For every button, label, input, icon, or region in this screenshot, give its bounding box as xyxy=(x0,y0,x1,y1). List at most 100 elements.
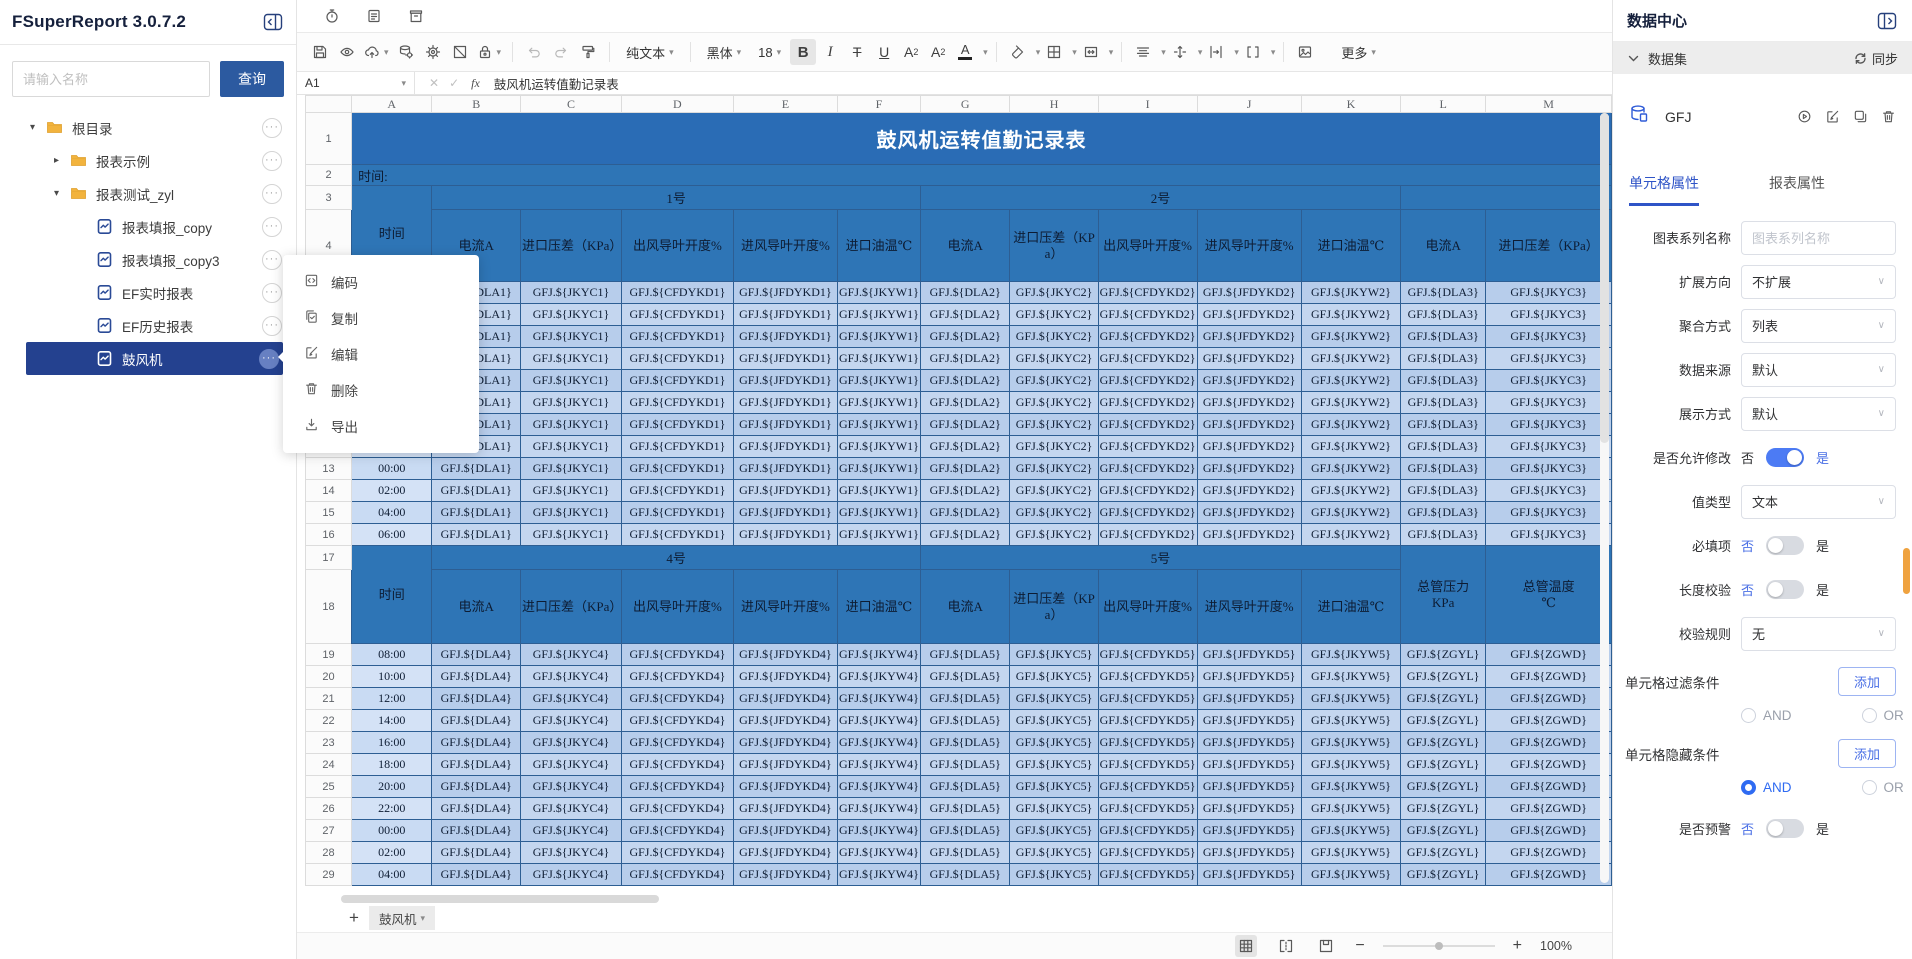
value-cell[interactable]: GFJ.${JKYC4} xyxy=(521,864,622,886)
column-title[interactable]: 进口油温℃ xyxy=(837,570,920,644)
time-cell[interactable]: 10:00 xyxy=(352,666,432,688)
value-cell[interactable]: GFJ.${JKYC4} xyxy=(521,688,622,710)
value-cell[interactable]: GFJ.${CFDYKD2} xyxy=(1098,502,1197,524)
value-cell[interactable]: GFJ.${JKYC2} xyxy=(1010,370,1098,392)
add-condition-button[interactable]: 添加 xyxy=(1838,667,1896,696)
value-cell[interactable]: GFJ.${JKYW4} xyxy=(837,776,920,798)
value-cell[interactable]: GFJ.${JFDYKD1} xyxy=(733,348,837,370)
value-cell[interactable]: GFJ.${JFDYKD1} xyxy=(733,502,837,524)
value-cell[interactable]: GFJ.${JFDYKD2} xyxy=(1197,370,1301,392)
font-family-select[interactable]: 黑体▾ xyxy=(699,39,750,65)
value-cell[interactable]: GFJ.${JFDYKD4} xyxy=(733,644,837,666)
value-cell[interactable]: GFJ.${CFDYKD2} xyxy=(1098,436,1197,458)
column-header[interactable]: B xyxy=(432,96,521,113)
value-cell[interactable]: GFJ.${JKYC2} xyxy=(1010,480,1098,502)
value-cell[interactable]: GFJ.${DLA4} xyxy=(432,776,521,798)
radio-option-and[interactable]: AND xyxy=(1741,780,1792,795)
column-header[interactable]: M xyxy=(1486,96,1612,113)
row-header[interactable]: 2 xyxy=(306,165,352,186)
value-cell[interactable]: GFJ.${DLA5} xyxy=(920,864,1010,886)
column-header[interactable]: A xyxy=(352,96,432,113)
field-select[interactable]: 不扩展∨ xyxy=(1741,265,1896,299)
field-select[interactable]: 列表∨ xyxy=(1741,309,1896,343)
column-title[interactable]: 出风导叶开度% xyxy=(622,210,734,282)
column-header[interactable]: D xyxy=(622,96,734,113)
value-cell[interactable]: GFJ.${JFDYKD4} xyxy=(733,798,837,820)
value-cell[interactable]: GFJ.${JFDYKD4} xyxy=(733,688,837,710)
value-cell[interactable]: GFJ.${ZGWD} xyxy=(1486,732,1612,754)
value-cell[interactable]: GFJ.${JKYW2} xyxy=(1301,502,1400,524)
value-cell[interactable]: GFJ.${DLA4} xyxy=(432,710,521,732)
value-cell[interactable]: GFJ.${DLA3} xyxy=(1401,348,1486,370)
column-title[interactable]: 出风导叶开度% xyxy=(1098,210,1197,282)
value-cell[interactable]: GFJ.${ZGWD} xyxy=(1486,644,1612,666)
value-cell[interactable]: GFJ.${JKYW1} xyxy=(837,326,920,348)
value-cell[interactable]: GFJ.${JKYW4} xyxy=(837,798,920,820)
value-cell[interactable]: GFJ.${ZGWD} xyxy=(1486,864,1612,886)
value-cell[interactable]: GFJ.${JKYC1} xyxy=(521,480,622,502)
value-cell[interactable]: GFJ.${JKYC3} xyxy=(1486,502,1612,524)
group-header[interactable]: 1号 xyxy=(432,186,921,210)
value-cell[interactable]: GFJ.${JFDYKD1} xyxy=(733,304,837,326)
field-select[interactable]: 默认∨ xyxy=(1741,397,1896,431)
value-cell[interactable]: GFJ.${CFDYKD2} xyxy=(1098,348,1197,370)
value-cell[interactable]: GFJ.${JKYC2} xyxy=(1010,392,1098,414)
value-cell[interactable]: GFJ.${JFDYKD5} xyxy=(1197,688,1301,710)
zoom-in-button[interactable]: + xyxy=(1513,937,1522,955)
value-cell[interactable]: GFJ.${ZGYL} xyxy=(1401,776,1486,798)
value-cell[interactable]: GFJ.${DLA3} xyxy=(1401,326,1486,348)
value-cell[interactable]: GFJ.${CFDYKD5} xyxy=(1098,754,1197,776)
value-cell[interactable]: GFJ.${CFDYKD4} xyxy=(622,732,734,754)
run-dataset-icon[interactable] xyxy=(1797,109,1812,124)
value-cell[interactable]: GFJ.${JKYC4} xyxy=(521,666,622,688)
value-cell[interactable]: GFJ.${CFDYKD1} xyxy=(622,414,734,436)
page-break-view-icon[interactable] xyxy=(1275,935,1297,957)
edit-dataset-icon[interactable] xyxy=(1825,109,1840,124)
search-button[interactable]: 查询 xyxy=(220,61,284,97)
wrap-text-button[interactable] xyxy=(1203,39,1229,65)
value-cell[interactable]: GFJ.${CFDYKD5} xyxy=(1098,666,1197,688)
value-cell[interactable]: GFJ.${CFDYKD2} xyxy=(1098,304,1197,326)
value-cell[interactable]: GFJ.${JKYC4} xyxy=(521,754,622,776)
value-cell[interactable]: GFJ.${JKYW1} xyxy=(837,458,920,480)
value-cell[interactable]: GFJ.${JFDYKD5} xyxy=(1197,776,1301,798)
value-cell[interactable]: GFJ.${JFDYKD5} xyxy=(1197,644,1301,666)
row-header[interactable]: 13 xyxy=(306,458,352,480)
value-cell[interactable]: GFJ.${CFDYKD1} xyxy=(622,348,734,370)
value-cell[interactable]: GFJ.${JKYC5} xyxy=(1010,820,1098,842)
value-cell[interactable]: GFJ.${JKYC1} xyxy=(521,348,622,370)
value-cell[interactable]: GFJ.${DLA2} xyxy=(920,370,1010,392)
value-cell[interactable]: GFJ.${ZGWD} xyxy=(1486,842,1612,864)
value-cell[interactable]: GFJ.${JKYW4} xyxy=(837,644,920,666)
time-cell[interactable]: 00:00 xyxy=(352,820,432,842)
value-cell[interactable]: GFJ.${CFDYKD2} xyxy=(1098,458,1197,480)
value-cell[interactable]: GFJ.${ZGWD} xyxy=(1486,666,1612,688)
time-cell[interactable]: 04:00 xyxy=(352,502,432,524)
redo-button[interactable] xyxy=(548,39,574,65)
value-cell[interactable]: GFJ.${JFDYKD2} xyxy=(1197,282,1301,304)
value-cell[interactable]: GFJ.${CFDYKD1} xyxy=(622,458,734,480)
duplicate-dataset-icon[interactable] xyxy=(1853,109,1868,124)
time-cell[interactable]: 04:00 xyxy=(352,864,432,886)
value-cell[interactable]: GFJ.${JKYC2} xyxy=(1010,436,1098,458)
radio-option-or[interactable]: OR xyxy=(1862,780,1904,795)
group-header[interactable]: 2号 xyxy=(920,186,1400,210)
value-cell[interactable]: GFJ.${JFDYKD5} xyxy=(1197,666,1301,688)
value-cell[interactable]: GFJ.${DLA2} xyxy=(920,326,1010,348)
row-header[interactable]: 17 xyxy=(306,546,352,570)
value-cell[interactable]: GFJ.${DLA4} xyxy=(432,864,521,886)
tab-cell-properties[interactable]: 单元格属性 xyxy=(1629,173,1699,206)
value-cell[interactable]: GFJ.${JKYW1} xyxy=(837,524,920,546)
context-menu-item-copy[interactable]: 复制 xyxy=(283,300,479,336)
value-cell[interactable]: GFJ.${JKYW2} xyxy=(1301,524,1400,546)
value-cell[interactable]: GFJ.${JKYW1} xyxy=(837,282,920,304)
value-cell[interactable]: GFJ.${JFDYKD4} xyxy=(733,864,837,886)
value-cell[interactable]: GFJ.${JFDYKD4} xyxy=(733,754,837,776)
value-cell[interactable]: GFJ.${JKYW2} xyxy=(1301,348,1400,370)
value-cell[interactable]: GFJ.${JKYC4} xyxy=(521,710,622,732)
value-cell[interactable]: GFJ.${CFDYKD2} xyxy=(1098,480,1197,502)
formula-input[interactable]: 鼓风机运转值勤记录表 xyxy=(494,74,619,93)
value-cell[interactable]: GFJ.${DLA2} xyxy=(920,480,1010,502)
value-cell[interactable]: GFJ.${ZGYL} xyxy=(1401,842,1486,864)
font-color-button[interactable]: A xyxy=(952,39,978,65)
